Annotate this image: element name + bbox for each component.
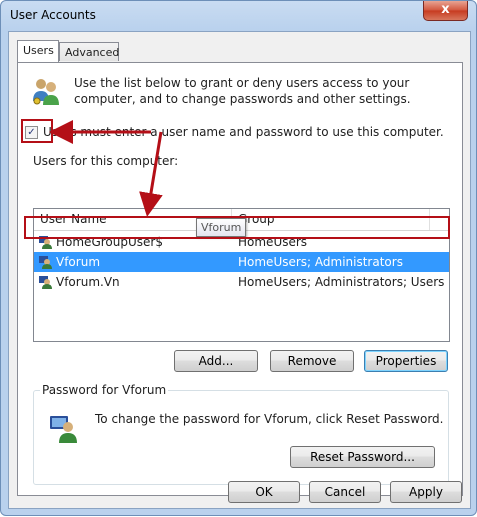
tab-users-label: Users — [23, 44, 54, 57]
user-accounts-window: User Accounts x Users Advanced Use the l… — [0, 0, 477, 516]
arrow-annotation — [49, 120, 163, 217]
tab-users[interactable]: Users — [17, 40, 59, 62]
